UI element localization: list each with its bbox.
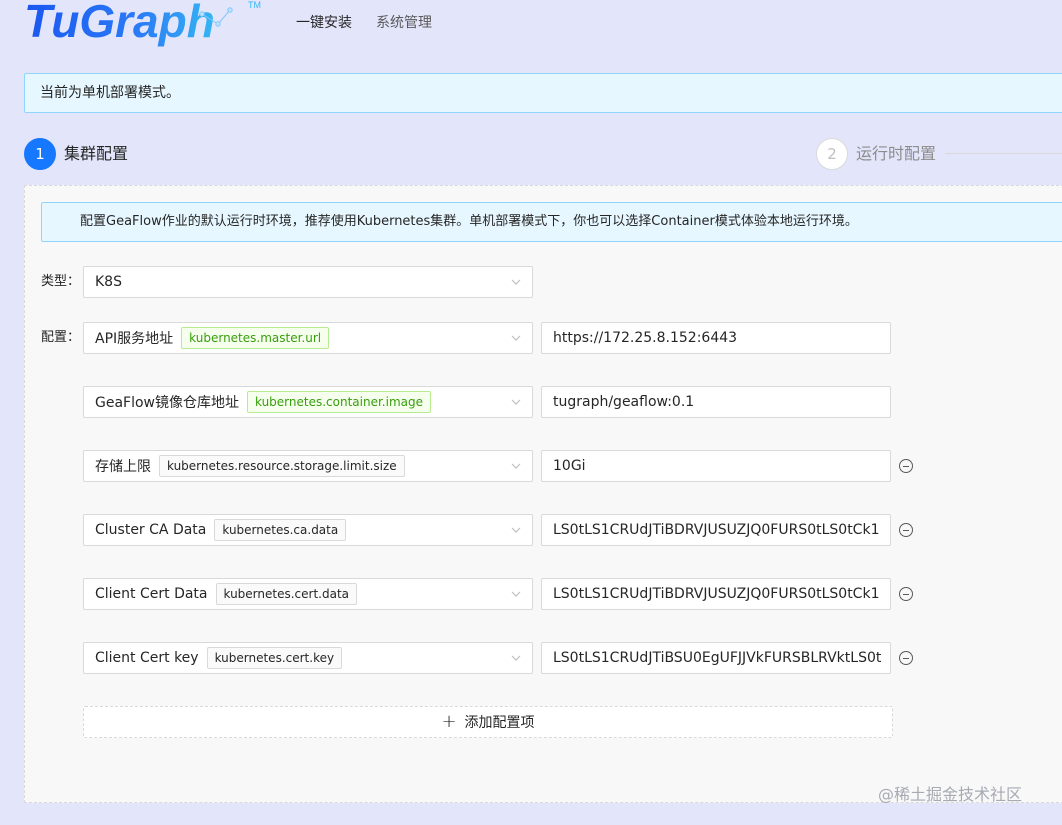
step-2-label[interactable]: 运行时配置 (856, 144, 936, 164)
config-option-label: API服务地址 (95, 331, 174, 347)
chevron-down-icon (511, 279, 521, 285)
config-key-tag: kubernetes.cert.key (206, 647, 343, 669)
type-label: 类型： (41, 274, 81, 289)
remove-config-icon[interactable] (899, 459, 913, 473)
config-key-select[interactable]: 存储上限 kubernetes.resource.storage.limit.s… (83, 450, 533, 482)
config-value-input[interactable]: 10Gi (541, 450, 891, 482)
chevron-down-icon (511, 335, 521, 341)
chevron-down-icon (511, 527, 521, 533)
config-key-select[interactable]: Cluster CA Data kubernetes.ca.data (83, 514, 533, 546)
logo-text: TuGraph (24, 0, 215, 47)
step-1-label[interactable]: 集群配置 (64, 144, 128, 164)
remove-config-icon[interactable] (899, 523, 913, 537)
config-key-tag: kubernetes.master.url (181, 327, 330, 349)
config-key-tag: kubernetes.cert.data (215, 583, 358, 605)
nav-install[interactable]: 一键安装 (296, 14, 352, 32)
config-key-tag: kubernetes.resource.storage.limit.size (159, 455, 405, 477)
config-key-tag: kubernetes.container.image (247, 391, 431, 413)
config-key-select[interactable]: API服务地址 kubernetes.master.url (83, 322, 533, 354)
remove-config-icon[interactable] (899, 587, 913, 601)
add-config-label: 添加配置项 (464, 715, 535, 731)
config-option-label: GeaFlow镜像仓库地址 (95, 395, 239, 411)
config-option-label: Cluster CA Data (95, 522, 207, 538)
config-value-input[interactable]: LS0tLS1CRUdJTiBDRVJUSUZJQ0FURS0tLS0tCk1 (541, 514, 891, 546)
info-alert: 配置GeaFlow作业的默认运行时环境，推荐使用Kubernetes集群。单机部… (41, 202, 1062, 242)
trademark-mark: TM (248, 0, 261, 10)
tugraph-logo[interactable]: TuGraph TM (22, 0, 262, 50)
config-value-input[interactable]: LS0tLS1CRUdJTiBDRVJUSUZJQ0FURS0tLS0tCk1 (541, 578, 891, 610)
plus-icon: + (441, 711, 457, 732)
config-option-label: Client Cert Data (95, 586, 208, 602)
add-config-button[interactable]: + 添加配置项 (83, 706, 893, 738)
step-connector-line (945, 153, 1062, 154)
type-select-value: K8S (95, 274, 122, 290)
type-select[interactable]: K8S (83, 266, 533, 298)
mode-banner: 当前为单机部署模式。 (24, 73, 1062, 113)
config-option-label: Client Cert key (95, 650, 199, 666)
config-key-tag: kubernetes.ca.data (214, 519, 347, 541)
chevron-down-icon (511, 463, 521, 469)
chevron-down-icon (511, 399, 521, 405)
step-2-indicator[interactable]: 2 (816, 138, 848, 170)
config-option-label: 存储上限 (95, 459, 151, 475)
config-value-input[interactable]: https://172.25.8.152:6443 (541, 322, 891, 354)
config-key-select[interactable]: GeaFlow镜像仓库地址 kubernetes.container.image (83, 386, 533, 418)
step-1-indicator[interactable]: 1 (24, 138, 56, 170)
config-value-input[interactable]: tugraph/geaflow:0.1 (541, 386, 891, 418)
config-key-select[interactable]: Client Cert key kubernetes.cert.key (83, 642, 533, 674)
chevron-down-icon (511, 655, 521, 661)
watermark: @稀土掘金技术社区 (878, 785, 1023, 804)
nav-system-manage[interactable]: 系统管理 (376, 14, 432, 32)
remove-config-icon[interactable] (899, 651, 913, 665)
chevron-down-icon (511, 591, 521, 597)
config-value-input[interactable]: LS0tLS1CRUdJTiBSU0EgUFJJVkFURSBLRVktLS0t (541, 642, 891, 674)
config-key-select[interactable]: Client Cert Data kubernetes.cert.data (83, 578, 533, 610)
config-label: 配置： (41, 330, 81, 345)
